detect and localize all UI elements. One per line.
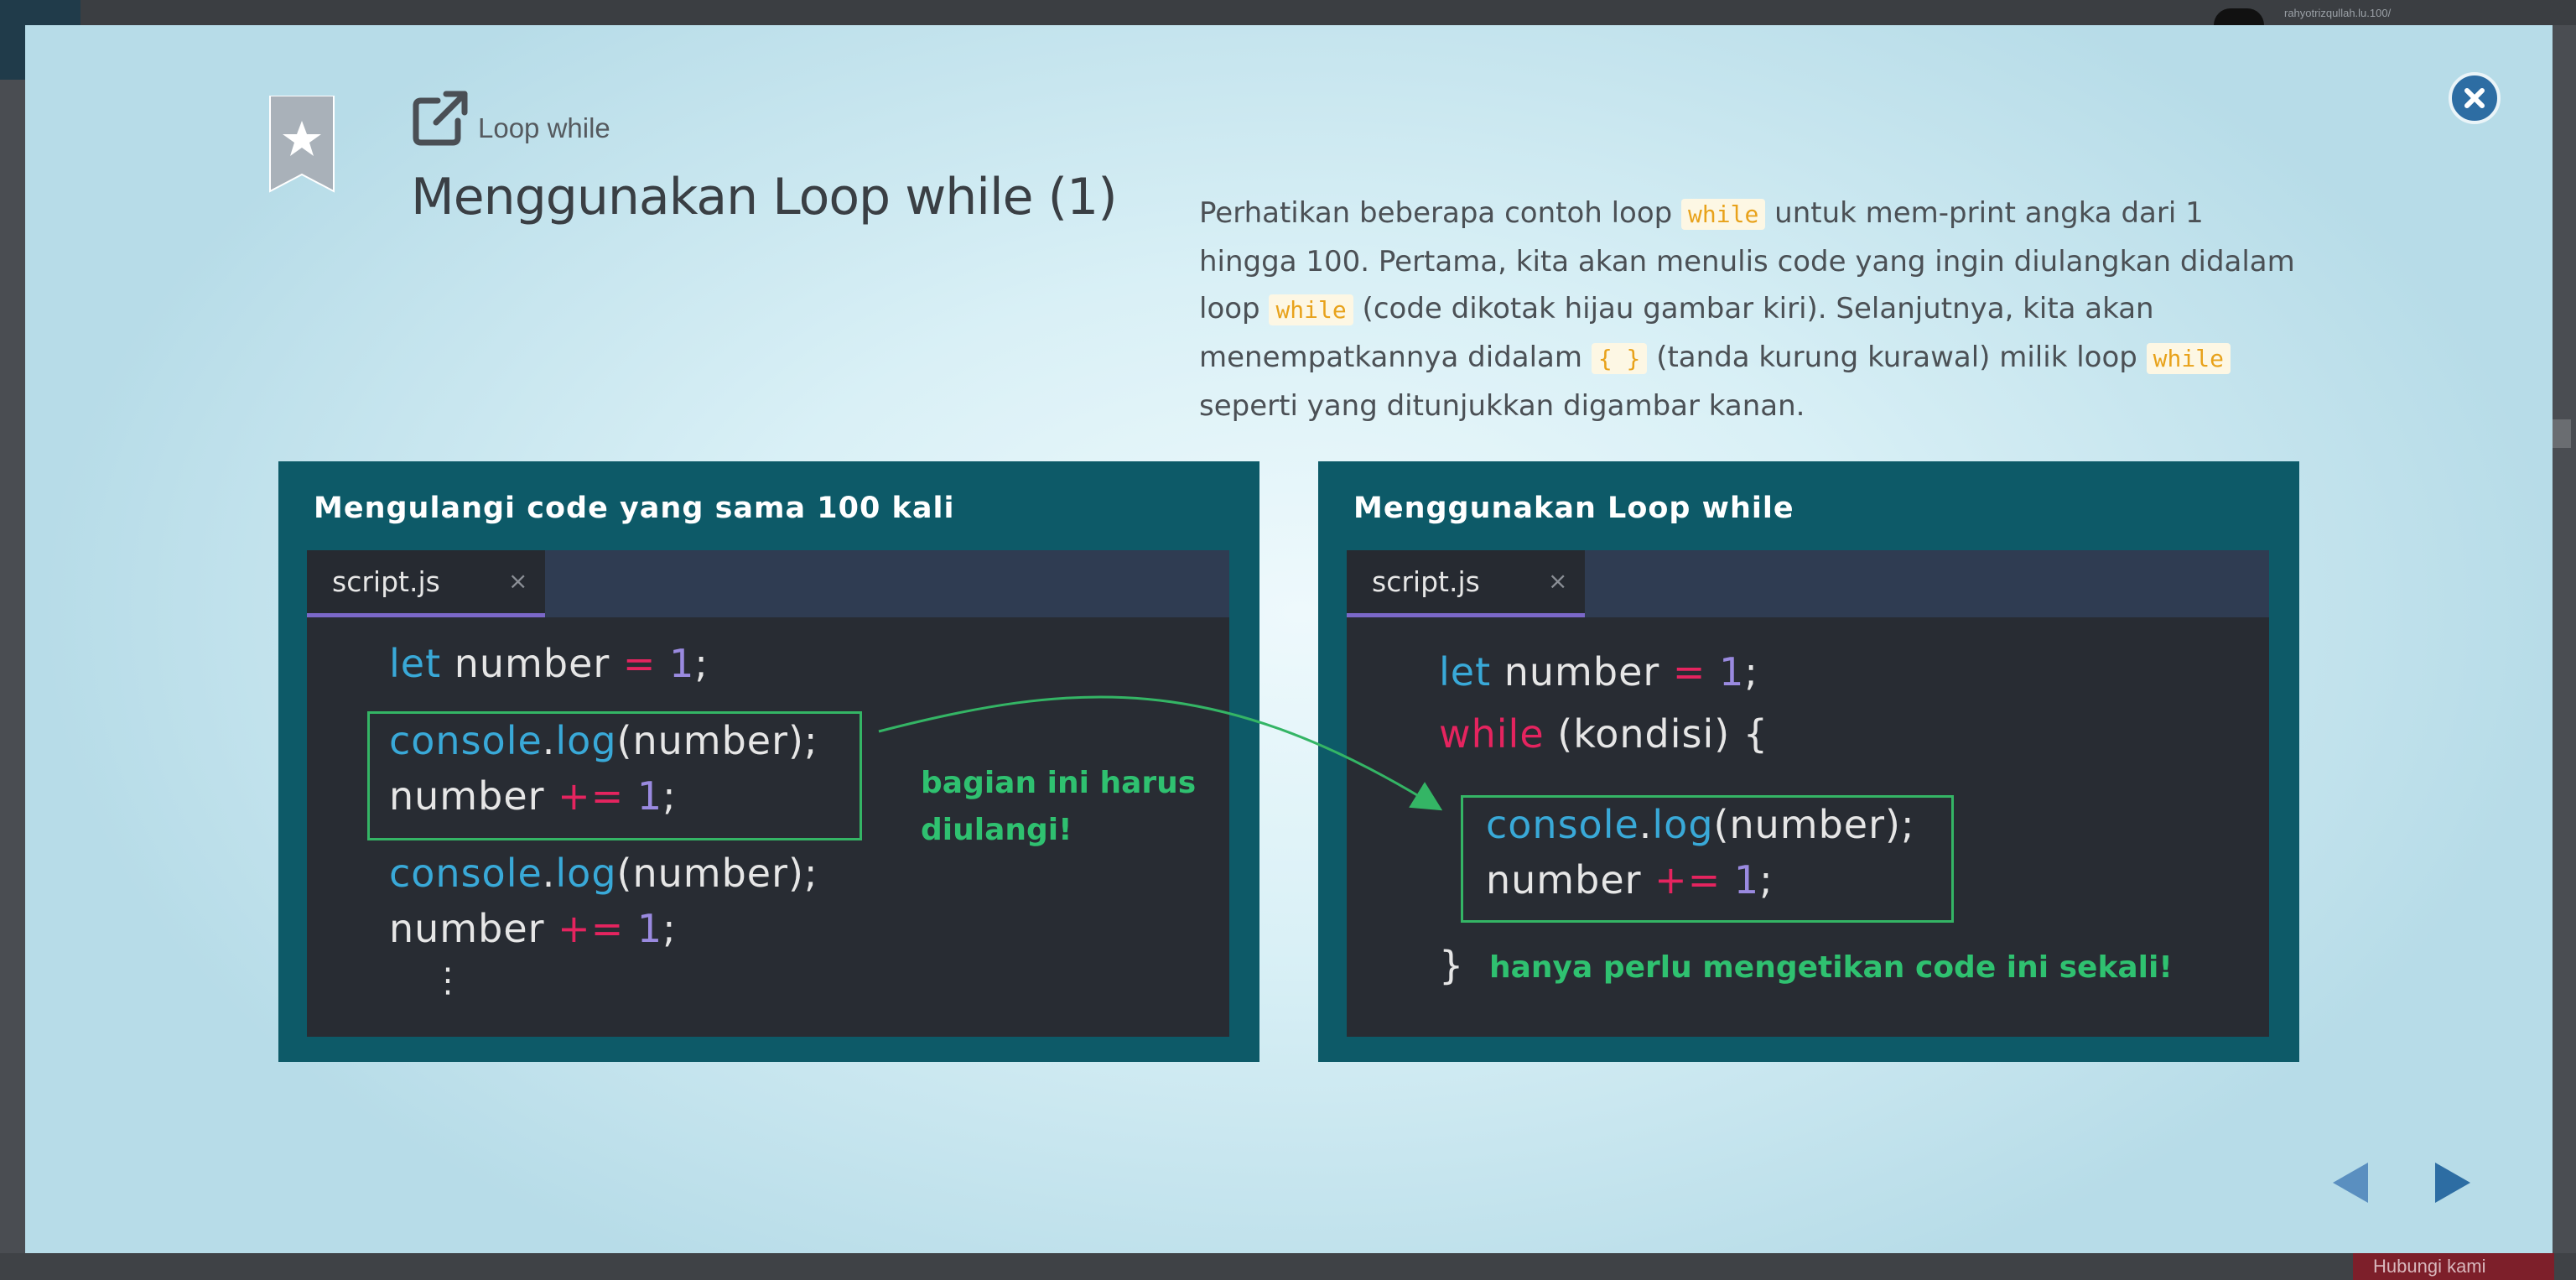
lesson-modal: Loop while Menggunakan Loop while (1) Pe… — [25, 25, 2553, 1253]
editor-tabbar: script.js × — [307, 550, 1229, 617]
tab-filename: script.js — [1372, 565, 1480, 598]
lesson-description: Perhatikan beberapa contoh loop while un… — [1199, 190, 2298, 429]
background-avatar — [2214, 8, 2264, 25]
note-repeat: bagian ini harus diulangi! — [921, 766, 1197, 847]
code-line: let number = 1; — [389, 641, 709, 686]
code-keyword: while — [1269, 294, 1353, 325]
left-code-illustration: Mengulangi code yang sama 100 kali scrip… — [278, 461, 1259, 1062]
bookmark-star-icon[interactable] — [267, 96, 337, 195]
breadcrumb: Loop while — [478, 112, 610, 143]
contact-button[interactable]: Hubungi kami — [2353, 1253, 2554, 1280]
editor-tab: script.js × — [307, 550, 545, 617]
note-once: hanya perlu mengetikan code ini sekali! — [1489, 950, 2173, 985]
code-keyword: while — [2146, 343, 2231, 374]
code-line: } — [1439, 943, 1465, 988]
panel-heading: Mengulangi code yang sama 100 kali — [314, 492, 955, 525]
close-icon — [2464, 88, 2485, 108]
right-code-illustration: Menggunakan Loop while script.js × let n… — [1318, 461, 2299, 1062]
external-link-icon[interactable] — [413, 91, 468, 146]
code-line: console.log(number); — [1486, 802, 1915, 847]
editor-tabbar: script.js × — [1347, 550, 2269, 617]
code-keyword: while — [1681, 199, 1766, 230]
close-button[interactable] — [2449, 72, 2501, 124]
description-text: (tanda kurung kurawal) milik loop — [1647, 341, 2147, 374]
background-topbar — [0, 0, 2576, 25]
description-text: Perhatikan beberapa contoh loop — [1199, 196, 1682, 230]
background-username: rahyotrizqullah.lu.100/ — [2284, 7, 2392, 19]
code-line: let number = 1; — [1439, 649, 1758, 695]
code-editor: script.js × let number = 1; while (kondi… — [1347, 550, 2269, 1037]
panel-heading: Menggunakan Loop while — [1353, 492, 1794, 525]
code-line: number += 1; — [1486, 857, 1774, 903]
code-line: number += 1; — [389, 773, 677, 819]
code-editor: script.js × let number = 1; console.log(… — [307, 550, 1229, 1037]
previous-arrow-icon[interactable] — [2328, 1159, 2375, 1206]
background-footer — [0, 1253, 2576, 1280]
code-keyword: { } — [1591, 343, 1648, 374]
description-text: seperti yang ditunjukkan digambar kanan. — [1199, 389, 1805, 423]
tab-filename: script.js — [332, 565, 440, 598]
tab-close-icon: × — [1548, 567, 1568, 595]
code-line: number += 1; — [389, 906, 677, 951]
background-scrollbar — [2553, 419, 2571, 448]
page-title: Menggunakan Loop while (1) — [411, 168, 1118, 226]
code-line: console.log(number); — [389, 718, 818, 763]
ellipsis: ⋮ — [431, 961, 465, 1000]
code-line: while (kondisi) { — [1439, 711, 1769, 757]
code-line: console.log(number); — [389, 851, 818, 896]
editor-tab: script.js × — [1347, 550, 1585, 617]
next-arrow-icon[interactable] — [2428, 1159, 2475, 1206]
tab-close-icon: × — [508, 567, 528, 595]
